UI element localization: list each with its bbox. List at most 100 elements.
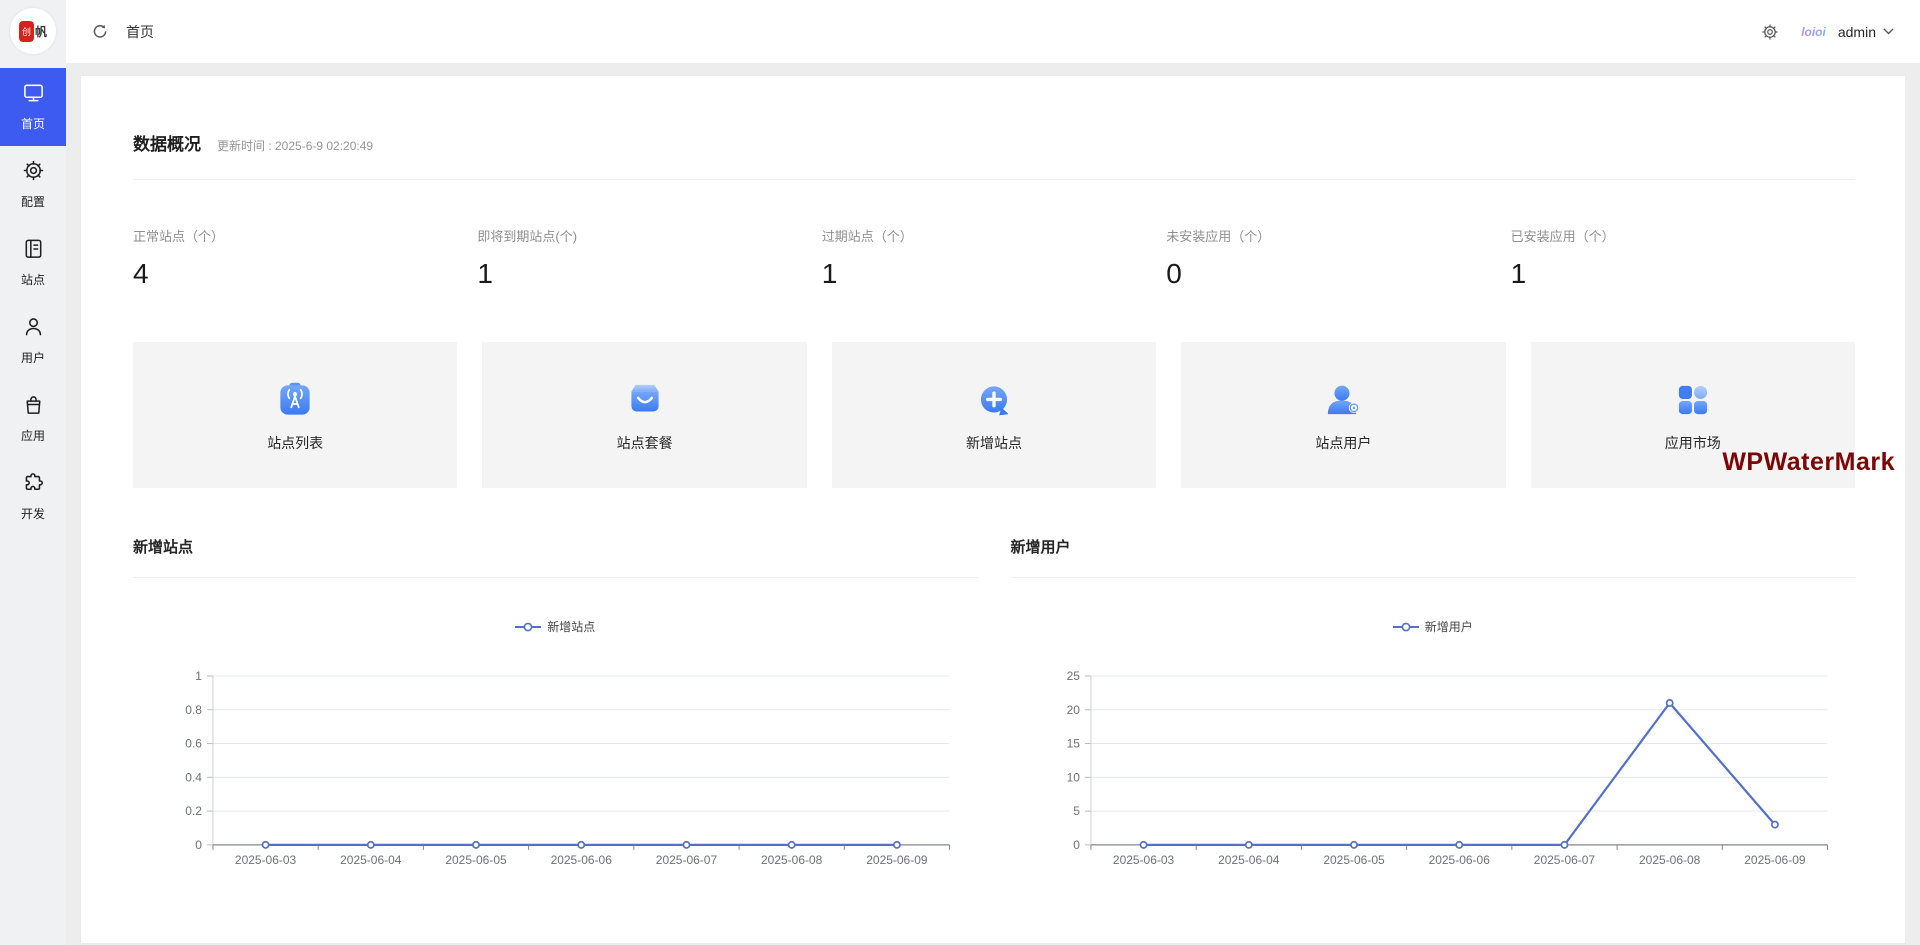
logo-seal: 创 xyxy=(19,21,34,42)
svg-text:0: 0 xyxy=(1073,838,1080,852)
stat-value: 0 xyxy=(1166,258,1510,290)
sidebar-item-config[interactable]: 配置 xyxy=(0,146,66,224)
svg-text:2025-06-03: 2025-06-03 xyxy=(1112,853,1174,867)
svg-text:0.6: 0.6 xyxy=(185,737,202,751)
topbar: 首页 loioi admin xyxy=(66,0,1920,63)
add-site-icon xyxy=(971,377,1017,423)
svg-text:2025-06-08: 2025-06-08 xyxy=(1639,853,1701,867)
stat-expired-sites: 过期站点（个） 1 xyxy=(822,226,1166,290)
app-market-icon xyxy=(1670,377,1716,423)
svg-text:25: 25 xyxy=(1066,669,1080,683)
svg-text:0.4: 0.4 xyxy=(185,770,202,784)
svg-text:2025-06-04: 2025-06-04 xyxy=(1218,853,1280,867)
svg-text:10: 10 xyxy=(1066,770,1080,784)
shortcut-label: 站点套餐 xyxy=(617,433,673,453)
stat-value: 1 xyxy=(822,258,1166,290)
dashboard-panel: 数据概况 更新时间 : 2025-6-9 02:20:49 正常站点（个） 4 … xyxy=(80,75,1906,944)
chart-new-users: 新增用户 新增用户 05101520252025-06-032025-06-04… xyxy=(1011,536,1856,880)
legend-label: 新增站点 xyxy=(547,618,595,635)
chart-title: 新增站点 xyxy=(133,536,978,557)
settings-button[interactable] xyxy=(1761,23,1779,41)
charts-row: 新增站点 新增站点 0 0.2 0.4 0.6 0.8 1 2025-06-03 2025-0… xyxy=(133,536,1855,880)
stat-installed-apps: 已安装应用（个） 1 xyxy=(1511,226,1855,290)
main-area: 首页 loioi admin 数据概况 更新时间 : 2025-6-9 02:2… xyxy=(66,0,1920,945)
app-bag-icon xyxy=(22,393,45,416)
updated-time: 更新时间 : 2025-6-9 02:20:49 xyxy=(217,137,373,154)
stat-expiring-sites: 即将到期站点(个) 1 xyxy=(477,226,821,290)
line-chart-new-users: 05101520252025-06-032025-06-042025-06-05… xyxy=(1011,645,1856,880)
sidebar-item-apps[interactable]: 应用 xyxy=(0,380,66,458)
chart-title: 新增用户 xyxy=(1011,536,1856,557)
mini-brand-text: loioi xyxy=(1801,25,1826,39)
home-monitor-icon xyxy=(22,81,45,104)
stat-normal-sites: 正常站点（个） 4 xyxy=(133,226,477,290)
svg-text:2025-06-03: 2025-06-03 xyxy=(235,853,297,867)
chevron-down-icon[interactable] xyxy=(1883,28,1894,35)
shortcut-site-package[interactable]: 站点套餐 xyxy=(482,342,806,488)
refresh-button[interactable] xyxy=(92,24,108,40)
svg-text:15: 15 xyxy=(1066,737,1080,751)
stat-uninstalled-apps: 未安装应用（个） 0 xyxy=(1166,226,1510,290)
shortcut-label: 新增站点 xyxy=(966,433,1022,453)
divider xyxy=(133,577,978,578)
shortcut-label: 应用市场 xyxy=(1665,433,1721,453)
dev-puzzle-icon xyxy=(22,471,45,494)
breadcrumb: 首页 xyxy=(126,22,154,42)
shortcut-site-list[interactable]: 站点列表 xyxy=(133,342,457,488)
line-chart-new-sites: 0 0.2 0.4 0.6 0.8 1 2025-06-03 2025-06-04 2025-0… xyxy=(133,645,978,880)
stat-value: 1 xyxy=(1511,258,1855,290)
sidebar-item-label: 首页 xyxy=(0,115,66,132)
shortcut-label: 站点列表 xyxy=(267,433,323,453)
sidebar-item-users[interactable]: 用户 xyxy=(0,302,66,380)
gear-icon xyxy=(22,159,45,182)
site-package-icon xyxy=(622,377,668,423)
stats-row: 正常站点（个） 4 即将到期站点(个) 1 过期站点（个） 1 未安装应用（个）… xyxy=(133,226,1855,290)
page-title: 数据概况 xyxy=(133,130,201,155)
svg-text:2025-06-06: 2025-06-06 xyxy=(1428,853,1490,867)
svg-text:1: 1 xyxy=(195,669,202,683)
stat-label: 正常站点（个） xyxy=(133,226,477,245)
svg-text:2025-06-08: 2025-06-08 xyxy=(761,853,823,867)
sidebar-item-label: 用户 xyxy=(0,349,66,366)
chart-new-sites: 新增站点 新增站点 0 0.2 0.4 0.6 0.8 1 2025-06-03 2025-0… xyxy=(133,536,978,880)
overview-header: 数据概况 更新时间 : 2025-6-9 02:20:49 xyxy=(133,130,1855,155)
svg-text:2025-06-09: 2025-06-09 xyxy=(866,853,928,867)
sidebar-item-home[interactable]: 首页 xyxy=(0,68,66,146)
stat-label: 已安装应用（个） xyxy=(1511,226,1855,245)
gear-icon xyxy=(1761,23,1779,41)
content: 数据概况 更新时间 : 2025-6-9 02:20:49 正常站点（个） 4 … xyxy=(66,63,1920,945)
legend-label: 新增用户 xyxy=(1425,618,1473,635)
stat-value: 4 xyxy=(133,258,477,290)
app-logo[interactable]: 创 帆 xyxy=(10,8,56,54)
svg-text:2025-06-07: 2025-06-07 xyxy=(1533,853,1595,867)
site-user-icon xyxy=(1320,377,1366,423)
svg-text:2025-06-05: 2025-06-05 xyxy=(445,853,507,867)
sidebar: 创 帆 首页 配置 站点 xyxy=(0,0,66,945)
svg-text:0.8: 0.8 xyxy=(185,703,202,717)
svg-text:5: 5 xyxy=(1073,804,1080,818)
sidebar-item-label: 开发 xyxy=(0,505,66,522)
divider xyxy=(1011,577,1856,578)
shortcut-label: 站点用户 xyxy=(1315,433,1371,453)
chart-legend[interactable]: 新增站点 xyxy=(133,618,978,635)
svg-text:2025-06-04: 2025-06-04 xyxy=(340,853,402,867)
logo-char: 帆 xyxy=(35,23,47,40)
sidebar-item-sites[interactable]: 站点 xyxy=(0,224,66,302)
svg-text:2025-06-06: 2025-06-06 xyxy=(551,853,613,867)
user-menu[interactable]: admin xyxy=(1838,24,1876,40)
shortcut-site-users[interactable]: 站点用户 xyxy=(1181,342,1505,488)
svg-text:0: 0 xyxy=(195,838,202,852)
stat-value: 1 xyxy=(477,258,821,290)
svg-text:0.2: 0.2 xyxy=(185,804,202,818)
stat-label: 即将到期站点(个) xyxy=(477,226,821,245)
shortcut-add-site[interactable]: 新增站点 xyxy=(832,342,1156,488)
sidebar-item-dev[interactable]: 开发 xyxy=(0,458,66,536)
shortcuts-row: 站点列表 站点套餐 xyxy=(133,342,1855,488)
site-list-icon xyxy=(272,377,318,423)
svg-text:2025-06-09: 2025-06-09 xyxy=(1744,853,1806,867)
user-icon xyxy=(22,315,45,338)
legend-line-marker-icon xyxy=(1393,622,1419,632)
chart-legend[interactable]: 新增用户 xyxy=(1011,618,1856,635)
stat-label: 过期站点（个） xyxy=(822,226,1166,245)
svg-text:2025-06-07: 2025-06-07 xyxy=(656,853,718,867)
